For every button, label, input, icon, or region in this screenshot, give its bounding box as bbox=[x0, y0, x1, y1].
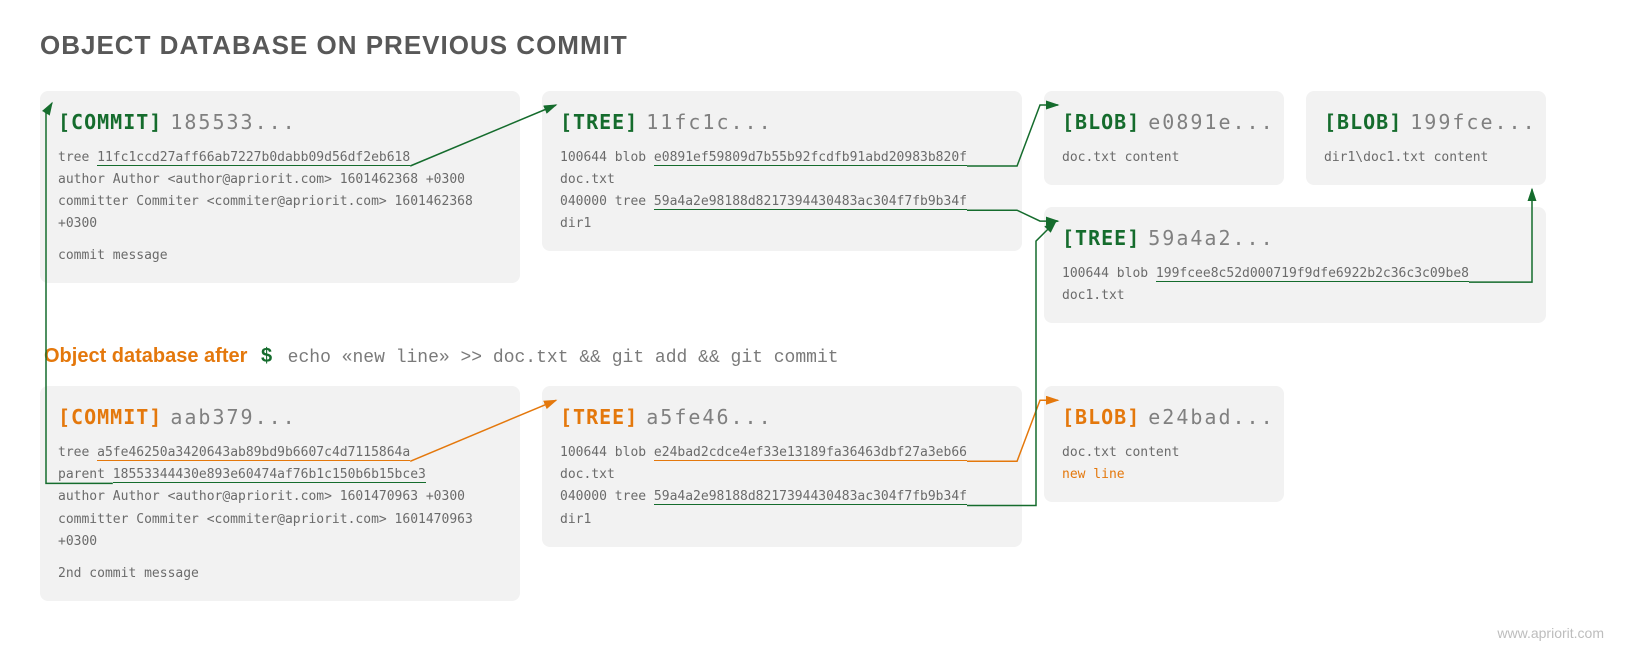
object-hash: aab379... bbox=[170, 405, 296, 429]
object-hash: 59a4a2... bbox=[1148, 226, 1274, 250]
object-type: [BLOB] bbox=[1062, 405, 1140, 429]
card-header: [TREE] 59a4a2... bbox=[1062, 221, 1528, 255]
prompt-dollar: $ bbox=[261, 345, 272, 367]
blob-card-1: [BLOB]e0891e... doc.txt content bbox=[1044, 91, 1284, 185]
interline-heading: Object database after $ echo «new line» … bbox=[44, 345, 1602, 368]
commit-tree-line: tree 11fc1ccd27aff66ab7227b0dabb09d56df2… bbox=[58, 147, 502, 169]
commit-card-2: [COMMIT] aab379... tree a5fe46250a3420643… bbox=[40, 386, 520, 601]
object-hash: e0891e... bbox=[1148, 110, 1274, 134]
commit-message: commit message bbox=[58, 245, 502, 267]
tree-tree-line: 040000 tree 59a4a2e98188d8217394430483ac… bbox=[560, 191, 1004, 235]
blob-card-3: [BLOB]e24bad... doc.txt content new line bbox=[1044, 386, 1284, 502]
commit-author: author Author <author@apriorit.com> 1601… bbox=[58, 486, 502, 508]
commit-tree-line: tree a5fe46250a3420643ab89bd9b6607c4d711… bbox=[58, 442, 502, 464]
tree-blob-line: 100644 blob e0891ef59809d7b55b92fcdfb91a… bbox=[560, 147, 1004, 191]
blob-content: doc.txt content bbox=[1062, 442, 1266, 464]
blob-hash-link: 199fcee8c52d000719f9dfe6922b2c36c3c09be8 bbox=[1156, 266, 1469, 282]
card-header: [COMMIT] 185533... bbox=[58, 105, 502, 139]
row-after: [COMMIT] aab379... tree a5fe46250a3420643… bbox=[40, 386, 1602, 601]
card-header: [TREE] 11fc1c... bbox=[560, 105, 1004, 139]
tree-hash-link: 11fc1ccd27aff66ab7227b0dabb09d56df2eb618 bbox=[97, 150, 410, 166]
commit-parent-line: parent 18553344430e893e60474af76b1c150b6… bbox=[58, 464, 502, 486]
object-hash: e24bad... bbox=[1148, 405, 1274, 429]
commit-author: author Author <author@apriorit.com> 1601… bbox=[58, 169, 502, 191]
tree-card-1: [TREE] 11fc1c... 100644 blob e0891ef59809… bbox=[542, 91, 1022, 251]
tree-card-2: [TREE] 59a4a2... 100644 blob 199fcee8c52d… bbox=[1044, 207, 1546, 323]
blob-hash-link: e0891ef59809d7b55b92fcdfb91abd20983b820f bbox=[654, 150, 967, 166]
watermark: www.apriorit.com bbox=[1497, 625, 1604, 641]
object-hash: 11fc1c... bbox=[646, 110, 772, 134]
commit-card-1: [COMMIT] 185533... tree 11fc1ccd27aff66ab… bbox=[40, 91, 520, 283]
commit-message: 2nd commit message bbox=[58, 563, 502, 585]
object-type: [BLOB] bbox=[1324, 110, 1402, 134]
card-header: [BLOB]199fce... bbox=[1324, 105, 1528, 139]
blob-card-2: [BLOB]199fce... dir1\doc1.txt content bbox=[1306, 91, 1546, 185]
card-header: [COMMIT] aab379... bbox=[58, 400, 502, 434]
card-header: [TREE] a5fe46... bbox=[560, 400, 1004, 434]
commit-committer: committer Commiter <commiter@apriorit.co… bbox=[58, 191, 502, 235]
object-type: [TREE] bbox=[1062, 226, 1140, 250]
tree-blob-line: 100644 blob e24bad2cdce4ef33e13189fa3646… bbox=[560, 442, 1004, 486]
diagram-stage: [COMMIT] 185533... tree 11fc1ccd27aff66ab… bbox=[40, 91, 1602, 601]
commit-committer: committer Commiter <commiter@apriorit.co… bbox=[58, 509, 502, 553]
tree-hash-link: a5fe46250a3420643ab89bd9b6607c4d7115864a bbox=[97, 445, 410, 461]
blob-content: dir1\doc1.txt content bbox=[1324, 147, 1528, 169]
blob-hash-link: e24bad2cdce4ef33e13189fa36463dbf27a3eb66 bbox=[654, 445, 967, 461]
tree-tree-line: 040000 tree 59a4a2e98188d8217394430483ac… bbox=[560, 486, 1004, 530]
object-type: [COMMIT] bbox=[58, 110, 162, 134]
blob-content: doc.txt content bbox=[1062, 147, 1266, 169]
tree-hash-link: 59a4a2e98188d8217394430483ac304f7fb9b34f bbox=[654, 489, 967, 505]
object-hash: 185533... bbox=[170, 110, 296, 134]
shell-command: echo «new line» >> doc.txt && git add &&… bbox=[288, 348, 839, 368]
object-type: [COMMIT] bbox=[58, 405, 162, 429]
tree-card-3: [TREE] a5fe46... 100644 blob e24bad2cdce4… bbox=[542, 386, 1022, 546]
card-header: [BLOB]e0891e... bbox=[1062, 105, 1266, 139]
object-type: [BLOB] bbox=[1062, 110, 1140, 134]
tree-hash-link: 59a4a2e98188d8217394430483ac304f7fb9b34f bbox=[654, 194, 967, 210]
blob-new-line: new line bbox=[1062, 464, 1266, 486]
interline-label: Object database after bbox=[44, 345, 247, 367]
object-hash: a5fe46... bbox=[646, 405, 772, 429]
card-header: [BLOB]e24bad... bbox=[1062, 400, 1266, 434]
object-type: [TREE] bbox=[560, 405, 638, 429]
tree-blob-line: 100644 blob 199fcee8c52d000719f9dfe6922b… bbox=[1062, 263, 1528, 307]
page-title: OBJECT DATABASE ON PREVIOUS COMMIT bbox=[40, 30, 1602, 61]
object-type: [TREE] bbox=[560, 110, 638, 134]
parent-hash-link: 18553344430e893e60474af76b1c150b6b15bce3 bbox=[113, 467, 426, 483]
row-before: [COMMIT] 185533... tree 11fc1ccd27aff66ab… bbox=[40, 91, 1602, 323]
object-hash: 199fce... bbox=[1410, 110, 1536, 134]
